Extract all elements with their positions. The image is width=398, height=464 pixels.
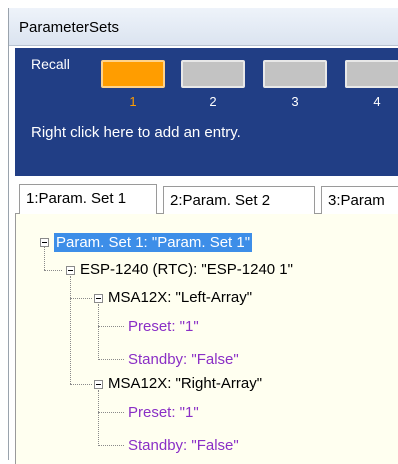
recall-slot-2-button[interactable] bbox=[181, 60, 245, 88]
tab-param-set-1[interactable]: 1:Param. Set 1 bbox=[19, 184, 157, 215]
tree-connector bbox=[98, 359, 124, 360]
window-title: ParameterSets bbox=[19, 19, 120, 36]
collapse-toggle-icon[interactable] bbox=[94, 380, 103, 389]
tree-connector bbox=[98, 390, 99, 446]
recall-panel[interactable]: Recall 1 2 3 4 Right click here to add a… bbox=[15, 48, 398, 176]
recall-slot-2-number: 2 bbox=[209, 94, 217, 109]
recall-slot-3-button[interactable] bbox=[263, 60, 327, 88]
parameter-sets-window: ParameterSets Recall 1 2 3 4 Right click… bbox=[8, 8, 398, 464]
tree-connector bbox=[70, 384, 92, 385]
tree-connector bbox=[98, 326, 124, 327]
recall-label: Recall bbox=[31, 56, 70, 72]
recall-slot-1-button[interactable] bbox=[101, 60, 165, 88]
tree-connector bbox=[44, 270, 62, 271]
recall-slot-1-number: 1 bbox=[129, 94, 137, 109]
tree-connector bbox=[70, 298, 92, 299]
parameter-tree[interactable]: Param. Set 1: "Param. Set 1" ESP-1240 (R… bbox=[15, 214, 398, 464]
add-entry-hint: Right click here to add an entry. bbox=[31, 124, 241, 141]
tab-label: 2:Param. Set 2 bbox=[170, 192, 271, 209]
tab-label: 3:Param bbox=[328, 192, 385, 209]
tree-node-param-set[interactable]: Param. Set 1: "Param. Set 1" bbox=[54, 233, 253, 252]
recall-slot-3-number: 3 bbox=[291, 94, 299, 109]
tree-node-standby[interactable]: Standby: "False" bbox=[128, 351, 239, 368]
tab-param-set-2[interactable]: 2:Param. Set 2 bbox=[163, 186, 315, 214]
tree-connector bbox=[98, 445, 124, 446]
tree-node-preset[interactable]: Preset: "1" bbox=[128, 404, 199, 421]
collapse-toggle-icon[interactable] bbox=[66, 266, 75, 275]
tree-node-right-array[interactable]: MSA12X: "Right-Array" bbox=[108, 375, 262, 392]
tree-node-preset[interactable]: Preset: "1" bbox=[128, 318, 199, 335]
tree-node-left-array[interactable]: MSA12X: "Left-Array" bbox=[108, 289, 252, 306]
title-bar[interactable]: ParameterSets bbox=[9, 8, 398, 46]
collapse-toggle-icon[interactable] bbox=[94, 294, 103, 303]
tree-node-device[interactable]: ESP-1240 (RTC): "ESP-1240 1" bbox=[80, 261, 293, 278]
tab-param-set-3[interactable]: 3:Param bbox=[321, 186, 398, 214]
tree-connector bbox=[70, 276, 71, 384]
tree-node-standby[interactable]: Standby: "False" bbox=[128, 437, 239, 454]
tab-label: 1:Param. Set 1 bbox=[26, 190, 127, 207]
tree-connector bbox=[98, 412, 124, 413]
recall-slot-4-number: 4 bbox=[373, 94, 381, 109]
recall-slot-4-button[interactable] bbox=[345, 60, 398, 88]
collapse-toggle-icon[interactable] bbox=[40, 238, 49, 247]
param-set-tabs: 1:Param. Set 1 2:Param. Set 2 3:Param bbox=[15, 180, 398, 215]
tree-connector bbox=[98, 304, 99, 360]
